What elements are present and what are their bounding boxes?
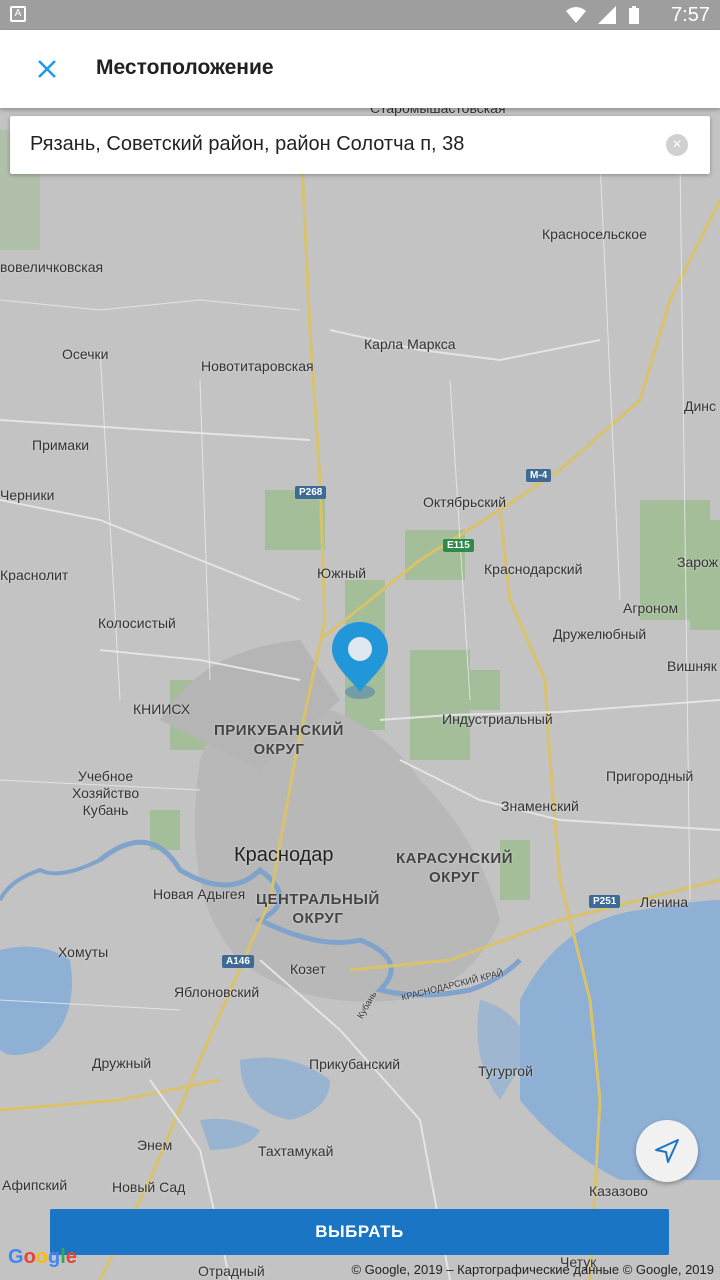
map-label: Дружелюбный bbox=[553, 626, 647, 642]
map-label: Прикубанский bbox=[309, 1056, 401, 1072]
map-label: Черники bbox=[0, 487, 55, 503]
my-location-button[interactable] bbox=[636, 1120, 698, 1182]
battery-icon bbox=[629, 6, 639, 24]
google-logo: Google bbox=[8, 1246, 77, 1268]
road-badge: A146 bbox=[222, 955, 254, 968]
map-label: Энем bbox=[137, 1137, 173, 1153]
district-label-line: ПРИКУБАНСКИЙ bbox=[214, 722, 344, 739]
district-label: ПРИКУБАНСКИЙ ОКРУГ bbox=[214, 721, 344, 759]
map-label: Карла Маркса bbox=[364, 336, 456, 352]
district-label-line: ОКРУГ bbox=[292, 910, 344, 927]
location-pin-icon bbox=[332, 622, 388, 699]
road-badge: M-4 bbox=[526, 469, 552, 482]
district-label: ЦЕНТРАЛЬНЫЙ ОКРУГ bbox=[256, 890, 380, 928]
map-label: Индустриальный bbox=[442, 711, 553, 727]
map-label-line: Кубань bbox=[82, 802, 129, 818]
map-label: Новотитаровская bbox=[201, 358, 314, 374]
district-label-line: ОКРУГ bbox=[253, 741, 305, 758]
district-label-line: ОКРУГ bbox=[429, 869, 480, 886]
district-label-line: КАРАСУНСКИЙ bbox=[396, 850, 513, 867]
close-button[interactable] bbox=[24, 46, 70, 92]
map-label: Знаменский bbox=[501, 798, 579, 814]
map-label: Октябрьский bbox=[423, 494, 507, 510]
close-icon bbox=[38, 60, 56, 78]
app-bar: Местоположение bbox=[0, 30, 720, 108]
district-label-line: ЦЕНТРАЛЬНЫЙ bbox=[256, 891, 380, 908]
status-bar: A 7:57 bbox=[0, 0, 720, 30]
map-label: Тахтамукай bbox=[258, 1143, 334, 1159]
map-label: Старомышастовская bbox=[370, 108, 506, 116]
map-label: Афипский bbox=[2, 1177, 68, 1193]
map-label: Краснодарский bbox=[484, 561, 583, 577]
map-label: Краснолит bbox=[0, 567, 69, 583]
map-label: вовеличковская bbox=[0, 259, 104, 275]
map-label-line: Учебное bbox=[77, 768, 134, 784]
map-label: Агроном bbox=[623, 600, 679, 616]
map-label: Осечки bbox=[62, 346, 109, 362]
location-search-value[interactable]: Рязань, Советский район, район Солотча п… bbox=[30, 133, 464, 156]
road-badge: P268 bbox=[295, 486, 327, 499]
map-label: Красносельское bbox=[542, 226, 647, 242]
map-label-line: Хозяйство bbox=[72, 785, 140, 801]
map-label: Ленина bbox=[640, 894, 689, 910]
notification-icon: A bbox=[10, 6, 26, 22]
signal-icon bbox=[598, 6, 616, 24]
district-label: КАРАСУНСКИЙ ОКРУГ bbox=[396, 849, 513, 887]
map-label: Отрадный bbox=[198, 1263, 265, 1279]
choose-button[interactable]: ВЫБРАТЬ bbox=[50, 1209, 669, 1255]
map-label: Пригородный bbox=[606, 768, 694, 784]
map-label: Яблоновский bbox=[174, 984, 260, 1000]
clear-icon[interactable]: × bbox=[666, 134, 688, 156]
map-label: Дружный bbox=[92, 1055, 152, 1071]
map-label: Примаки bbox=[32, 437, 90, 453]
map-label: Тугургой bbox=[478, 1063, 533, 1079]
map-label: Вишняк bbox=[667, 658, 717, 674]
city-label: Краснодар bbox=[234, 844, 334, 866]
navigation-arrow-icon bbox=[655, 1139, 679, 1163]
map-label: Учебное Хозяйство Кубань bbox=[72, 768, 139, 819]
map-label: КНИИСХ bbox=[133, 701, 191, 717]
map-label: Динс bbox=[684, 398, 717, 414]
map-label: Зарож bbox=[677, 554, 719, 570]
map-label: Новая Адыгея bbox=[153, 886, 246, 902]
map-label: Южный bbox=[317, 565, 367, 581]
road-badge: P251 bbox=[589, 895, 621, 908]
map-label: Козет bbox=[290, 961, 326, 977]
page-title: Местоположение bbox=[96, 56, 274, 79]
map-label: Казазово bbox=[589, 1183, 648, 1199]
wifi-icon bbox=[566, 7, 586, 23]
map-label: Колосистый bbox=[98, 615, 176, 631]
location-search-field[interactable]: Рязань, Советский район, район Солотча п… bbox=[10, 116, 710, 174]
status-icons bbox=[566, 6, 640, 24]
road-badge: E115 bbox=[443, 539, 474, 552]
map-label: Новый Сад bbox=[112, 1179, 186, 1195]
map-attribution[interactable]: © Google, 2019 – Картографические данные… bbox=[351, 1262, 714, 1277]
status-time: 7:57 bbox=[671, 4, 710, 26]
map-label: Хомуты bbox=[58, 944, 109, 960]
